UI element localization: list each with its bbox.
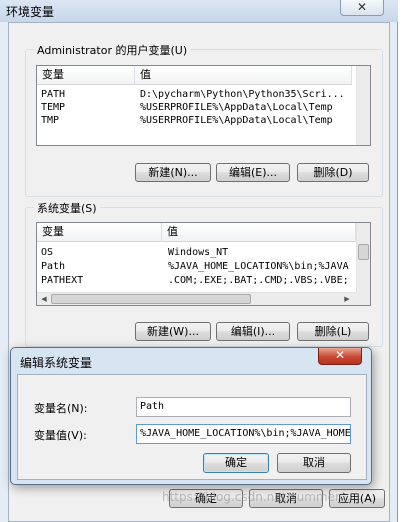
system-variables-header: 变量 值 [37, 223, 356, 242]
table-row[interactable]: TMP %USERPROFILE%\AppData\Local\Temp [37, 114, 352, 127]
edit-dialog-body: 变量名(N): Path 变量值(V): %JAVA_HOME_LOCATION… [17, 374, 367, 480]
variable-name: Path [41, 261, 66, 272]
variable-name-label: 变量名(N): [34, 402, 88, 415]
variable-name: PATH [41, 89, 66, 100]
env-titlebar: 环境变量 ✕ [0, 0, 398, 22]
user-delete-button[interactable]: 删除(D) [297, 163, 369, 182]
user-variables-group: Administrator 的用户变量(U) 变量 值 PATH D:\pych… [25, 42, 383, 197]
system-variables-list[interactable]: 变量 值 OS Windows_NT Path %JAVA_HOME_LOCAT… [36, 222, 371, 306]
column-header-variable[interactable]: 变量 [37, 223, 162, 242]
user-variables-header: 变量 值 [37, 66, 352, 85]
system-delete-button[interactable]: 删除(L) [297, 322, 369, 341]
close-icon: ✕ [334, 348, 346, 362]
column-header-value[interactable]: 值 [135, 66, 352, 85]
table-row[interactable]: PATH D:\pycharm\Python\Python35\Scri... [37, 88, 352, 101]
variable-name: TMP [41, 115, 60, 126]
variable-name: TEMP [41, 102, 66, 113]
scroll-corner [356, 292, 370, 305]
variable-value: %USERPROFILE%\AppData\Local\Temp [140, 102, 333, 113]
system-variables-hscrollbar[interactable]: ◀ ▶ [37, 292, 370, 305]
column-header-value[interactable]: 值 [162, 223, 356, 242]
variable-name: PATHEXT [41, 275, 84, 284]
watermark: https://blog.csdn.net/summer... [162, 490, 351, 504]
system-variables-vscrollbar[interactable] [356, 223, 370, 292]
variable-value: D:\pycharm\Python\Python35\Scri... [140, 89, 345, 100]
env-window-title: 环境变量 [6, 5, 55, 19]
system-edit-button[interactable]: 编辑(I)... [216, 322, 290, 341]
scroll-thumb[interactable] [51, 294, 251, 304]
system-new-button[interactable]: 新建(W)... [135, 322, 211, 341]
scroll-left-icon[interactable]: ◀ [38, 293, 50, 305]
user-edit-button[interactable]: 编辑(E)... [216, 163, 290, 182]
user-variables-list[interactable]: 变量 值 PATH D:\pycharm\Python\Python35\Scr… [36, 65, 371, 146]
env-close-button[interactable]: ✕ [340, 0, 384, 16]
system-variables-group: 系统变量(S) 变量 值 OS Windows_NT Path %JAVA_HO… [25, 200, 383, 347]
variable-name: OS [41, 247, 54, 258]
column-header-variable[interactable]: 变量 [37, 66, 135, 85]
scroll-thumb[interactable] [358, 244, 369, 260]
variable-value: Windows_NT [168, 247, 229, 258]
scroll-right-icon[interactable]: ▶ [341, 293, 353, 305]
edit-close-button[interactable]: ✕ [318, 348, 362, 365]
edit-cancel-button[interactable]: 取消 [277, 453, 351, 473]
edit-ok-button[interactable]: 确定 [203, 453, 269, 473]
table-row[interactable]: OS Windows_NT [37, 246, 356, 259]
edit-dialog-title: 编辑系统变量 [20, 356, 93, 370]
variable-value: %USERPROFILE%\AppData\Local\Temp [140, 115, 333, 126]
variable-value: %JAVA_HOME_LOCATION%\bin;%JAVA [168, 261, 349, 272]
variable-value-label: 变量值(V): [34, 429, 87, 442]
user-variables-scrollbar[interactable] [356, 66, 370, 145]
variable-value-field[interactable]: %JAVA_HOME_LOCATION%\bin;%JAVA_HOME% [136, 424, 351, 444]
variable-name-field[interactable]: Path [136, 397, 351, 417]
table-row[interactable]: PATHEXT .COM;.EXE;.BAT;.CMD;.VBS;.VBE; [37, 274, 356, 284]
variable-value: .COM;.EXE;.BAT;.CMD;.VBS;.VBE; [168, 275, 349, 284]
edit-system-variable-dialog: 编辑系统变量 ✕ 变量名(N): Path 变量值(V): %JAVA_HOME… [10, 347, 372, 485]
table-row[interactable]: Path %JAVA_HOME_LOCATION%\bin;%JAVA [37, 260, 356, 273]
user-new-button[interactable]: 新建(N)... [135, 163, 211, 182]
table-row[interactable]: TEMP %USERPROFILE%\AppData\Local\Temp [37, 101, 352, 114]
close-icon: ✕ [356, 0, 368, 14]
system-variables-legend: 系统变量(S) [34, 200, 100, 216]
user-variables-legend: Administrator 的用户变量(U) [34, 42, 191, 58]
